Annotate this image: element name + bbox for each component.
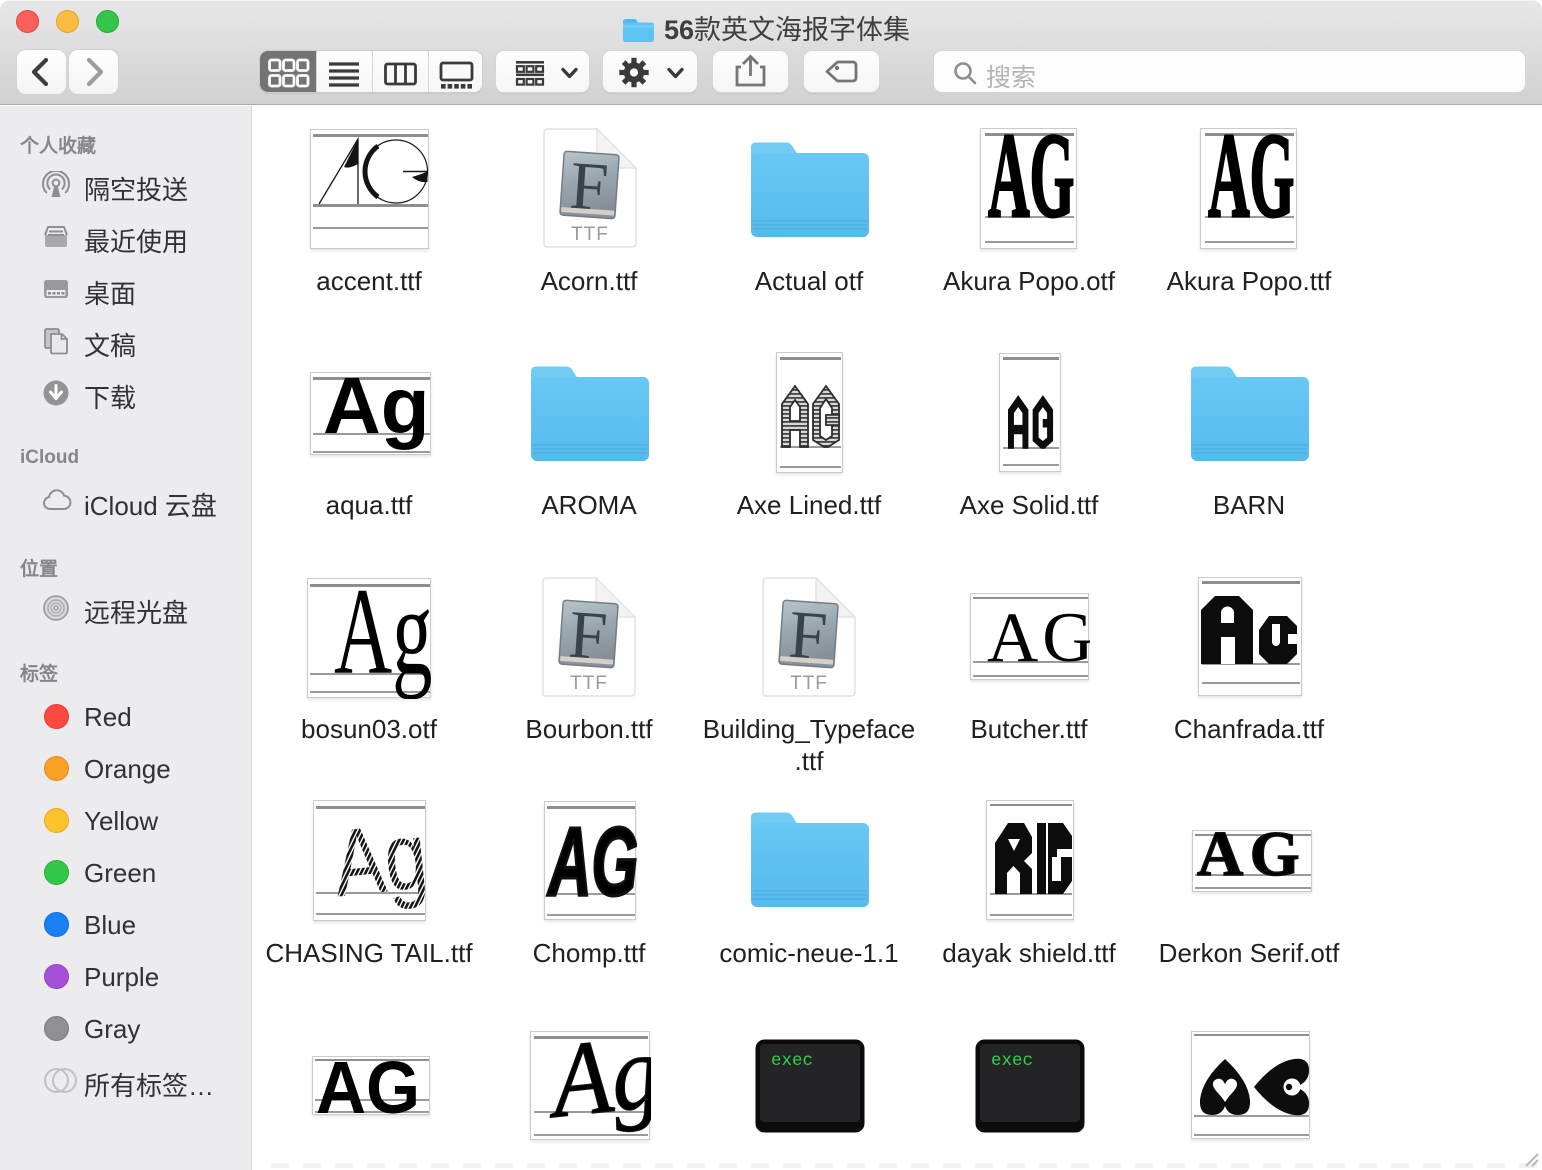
svg-text:AG: AG xyxy=(1208,129,1294,243)
svg-text:AG: AG xyxy=(1197,831,1306,889)
svg-text:Ag: Ag xyxy=(323,373,430,450)
svg-text:Ag: Ag xyxy=(329,802,427,917)
svg-text:TTF: TTF xyxy=(571,224,609,245)
svg-text:AG: AG xyxy=(987,599,1090,677)
svg-text:Ag: Ag xyxy=(540,1032,651,1141)
svg-text:AG: AG xyxy=(316,1057,420,1116)
svg-text:Ag: Ag xyxy=(334,579,432,699)
svg-text:AG: AG xyxy=(547,808,637,916)
svg-text:F: F xyxy=(566,596,609,674)
svg-text:exec: exec xyxy=(771,1051,813,1071)
svg-text:TTF: TTF xyxy=(570,673,608,694)
svg-text:F: F xyxy=(786,596,829,674)
svg-text:exec: exec xyxy=(991,1051,1033,1071)
svg-text:F: F xyxy=(567,147,610,225)
svg-text:AG: AG xyxy=(988,129,1074,243)
svg-text:TTF: TTF xyxy=(790,673,828,694)
